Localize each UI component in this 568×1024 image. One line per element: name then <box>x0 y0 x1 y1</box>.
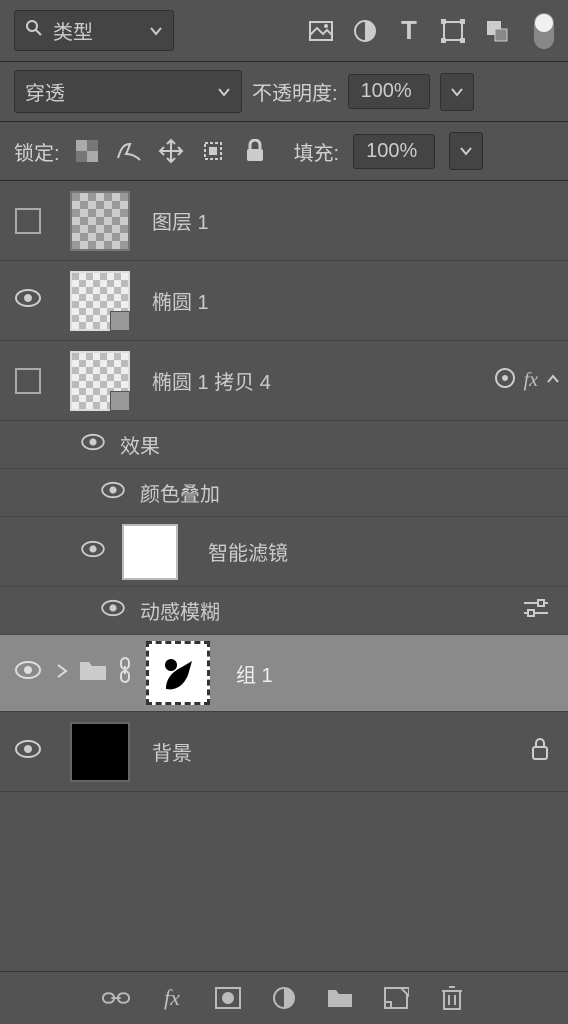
mask-thumbnail[interactable] <box>146 641 210 705</box>
filter-adjustment-icon[interactable] <box>352 18 378 44</box>
link-layers-button[interactable] <box>102 986 130 1010</box>
search-icon <box>25 19 43 43</box>
fill-input[interactable]: 100% <box>353 134 435 169</box>
layer-name[interactable]: 组 1 <box>236 659 273 688</box>
filter-pixel-icon[interactable] <box>308 18 334 44</box>
layer-thumbnail[interactable] <box>70 351 130 411</box>
visibility-eye-icon[interactable] <box>14 660 42 686</box>
filter-type-text-icon[interactable]: T <box>396 18 422 44</box>
chevron-down-icon <box>149 24 163 38</box>
layer-thumbnail[interactable] <box>70 722 130 782</box>
effect-name: 颜色叠加 <box>140 478 220 507</box>
layer-thumbnail[interactable] <box>70 271 130 331</box>
add-mask-button[interactable] <box>214 986 242 1010</box>
fx-label[interactable]: fx <box>524 369 538 392</box>
visibility-eye-icon[interactable] <box>14 739 42 765</box>
smart-object-badge-icon <box>110 391 130 411</box>
lock-icon[interactable] <box>530 737 550 767</box>
lock-all-icon[interactable] <box>242 138 268 164</box>
layer-style-button[interactable]: fx <box>158 986 186 1010</box>
new-layer-button[interactable] <box>382 986 410 1010</box>
effect-name: 动感模糊 <box>140 596 220 625</box>
opacity-label: 不透明度: <box>252 77 338 106</box>
opacity-dropdown-button[interactable] <box>440 73 474 111</box>
link-icon[interactable] <box>118 656 136 690</box>
filter-mask-thumbnail[interactable] <box>122 524 178 580</box>
visibility-eye-icon[interactable] <box>80 433 106 457</box>
layer-row[interactable]: 椭圆 1 拷贝 4 fx <box>0 341 568 421</box>
effect-motion-blur-row[interactable]: 动感模糊 <box>0 587 568 635</box>
layer-group-row[interactable]: 组 1 <box>0 635 568 712</box>
blend-mode-dropdown[interactable]: 穿透 <box>14 70 242 113</box>
effects-heading: 效果 <box>120 430 160 459</box>
layer-name[interactable]: 椭圆 1 拷贝 4 <box>152 366 494 395</box>
filter-options-icon[interactable] <box>522 598 550 624</box>
lock-transparency-icon[interactable] <box>74 138 100 164</box>
layer-background-row[interactable]: 背景 <box>0 712 568 792</box>
visibility-eye-icon[interactable] <box>100 599 126 623</box>
collapse-effects-icon[interactable] <box>546 369 560 392</box>
filter-shape-icon[interactable] <box>440 18 466 44</box>
visibility-eye-icon[interactable] <box>100 481 126 505</box>
layer-name[interactable]: 图层 1 <box>152 206 568 235</box>
lock-artboard-icon[interactable] <box>200 138 226 164</box>
filter-type-label: 类型 <box>53 16 93 45</box>
adjustment-layer-button[interactable] <box>270 986 298 1010</box>
chevron-down-icon <box>217 85 231 99</box>
fill-dropdown-button[interactable] <box>449 132 483 170</box>
visibility-eye-icon[interactable] <box>80 540 106 564</box>
smart-filter-row[interactable]: 智能滤镜 <box>0 517 568 587</box>
new-group-button[interactable] <box>326 986 354 1010</box>
lock-label: 锁定: <box>14 137 60 166</box>
blend-mode-label: 穿透 <box>25 77 65 106</box>
lock-image-icon[interactable] <box>116 138 142 164</box>
layer-row[interactable]: 图层 1 <box>0 181 568 261</box>
artboard-toggle[interactable] <box>534 13 554 49</box>
filter-smart-icon[interactable] <box>484 18 510 44</box>
expand-group-icon[interactable] <box>56 662 68 685</box>
filter-type-dropdown[interactable]: 类型 <box>14 10 174 51</box>
layer-select-box[interactable] <box>15 368 41 394</box>
smart-object-badge-icon <box>110 311 130 331</box>
effects-heading-row[interactable]: 效果 <box>0 421 568 469</box>
fill-label: 填充: <box>294 137 340 166</box>
layer-name[interactable]: 背景 <box>152 737 530 766</box>
folder-icon <box>78 658 108 688</box>
visibility-eye-icon[interactable] <box>14 288 42 314</box>
layer-select-box[interactable] <box>15 208 41 234</box>
blend-indicator-icon <box>494 367 516 395</box>
effect-color-overlay-row[interactable]: 颜色叠加 <box>0 469 568 517</box>
layer-row[interactable]: 椭圆 1 <box>0 261 568 341</box>
lock-position-icon[interactable] <box>158 138 184 164</box>
delete-layer-button[interactable] <box>438 986 466 1010</box>
layer-name[interactable]: 椭圆 1 <box>152 286 568 315</box>
opacity-input[interactable]: 100% <box>348 74 430 109</box>
layer-thumbnail[interactable] <box>70 191 130 251</box>
smart-filter-label: 智能滤镜 <box>208 537 288 566</box>
